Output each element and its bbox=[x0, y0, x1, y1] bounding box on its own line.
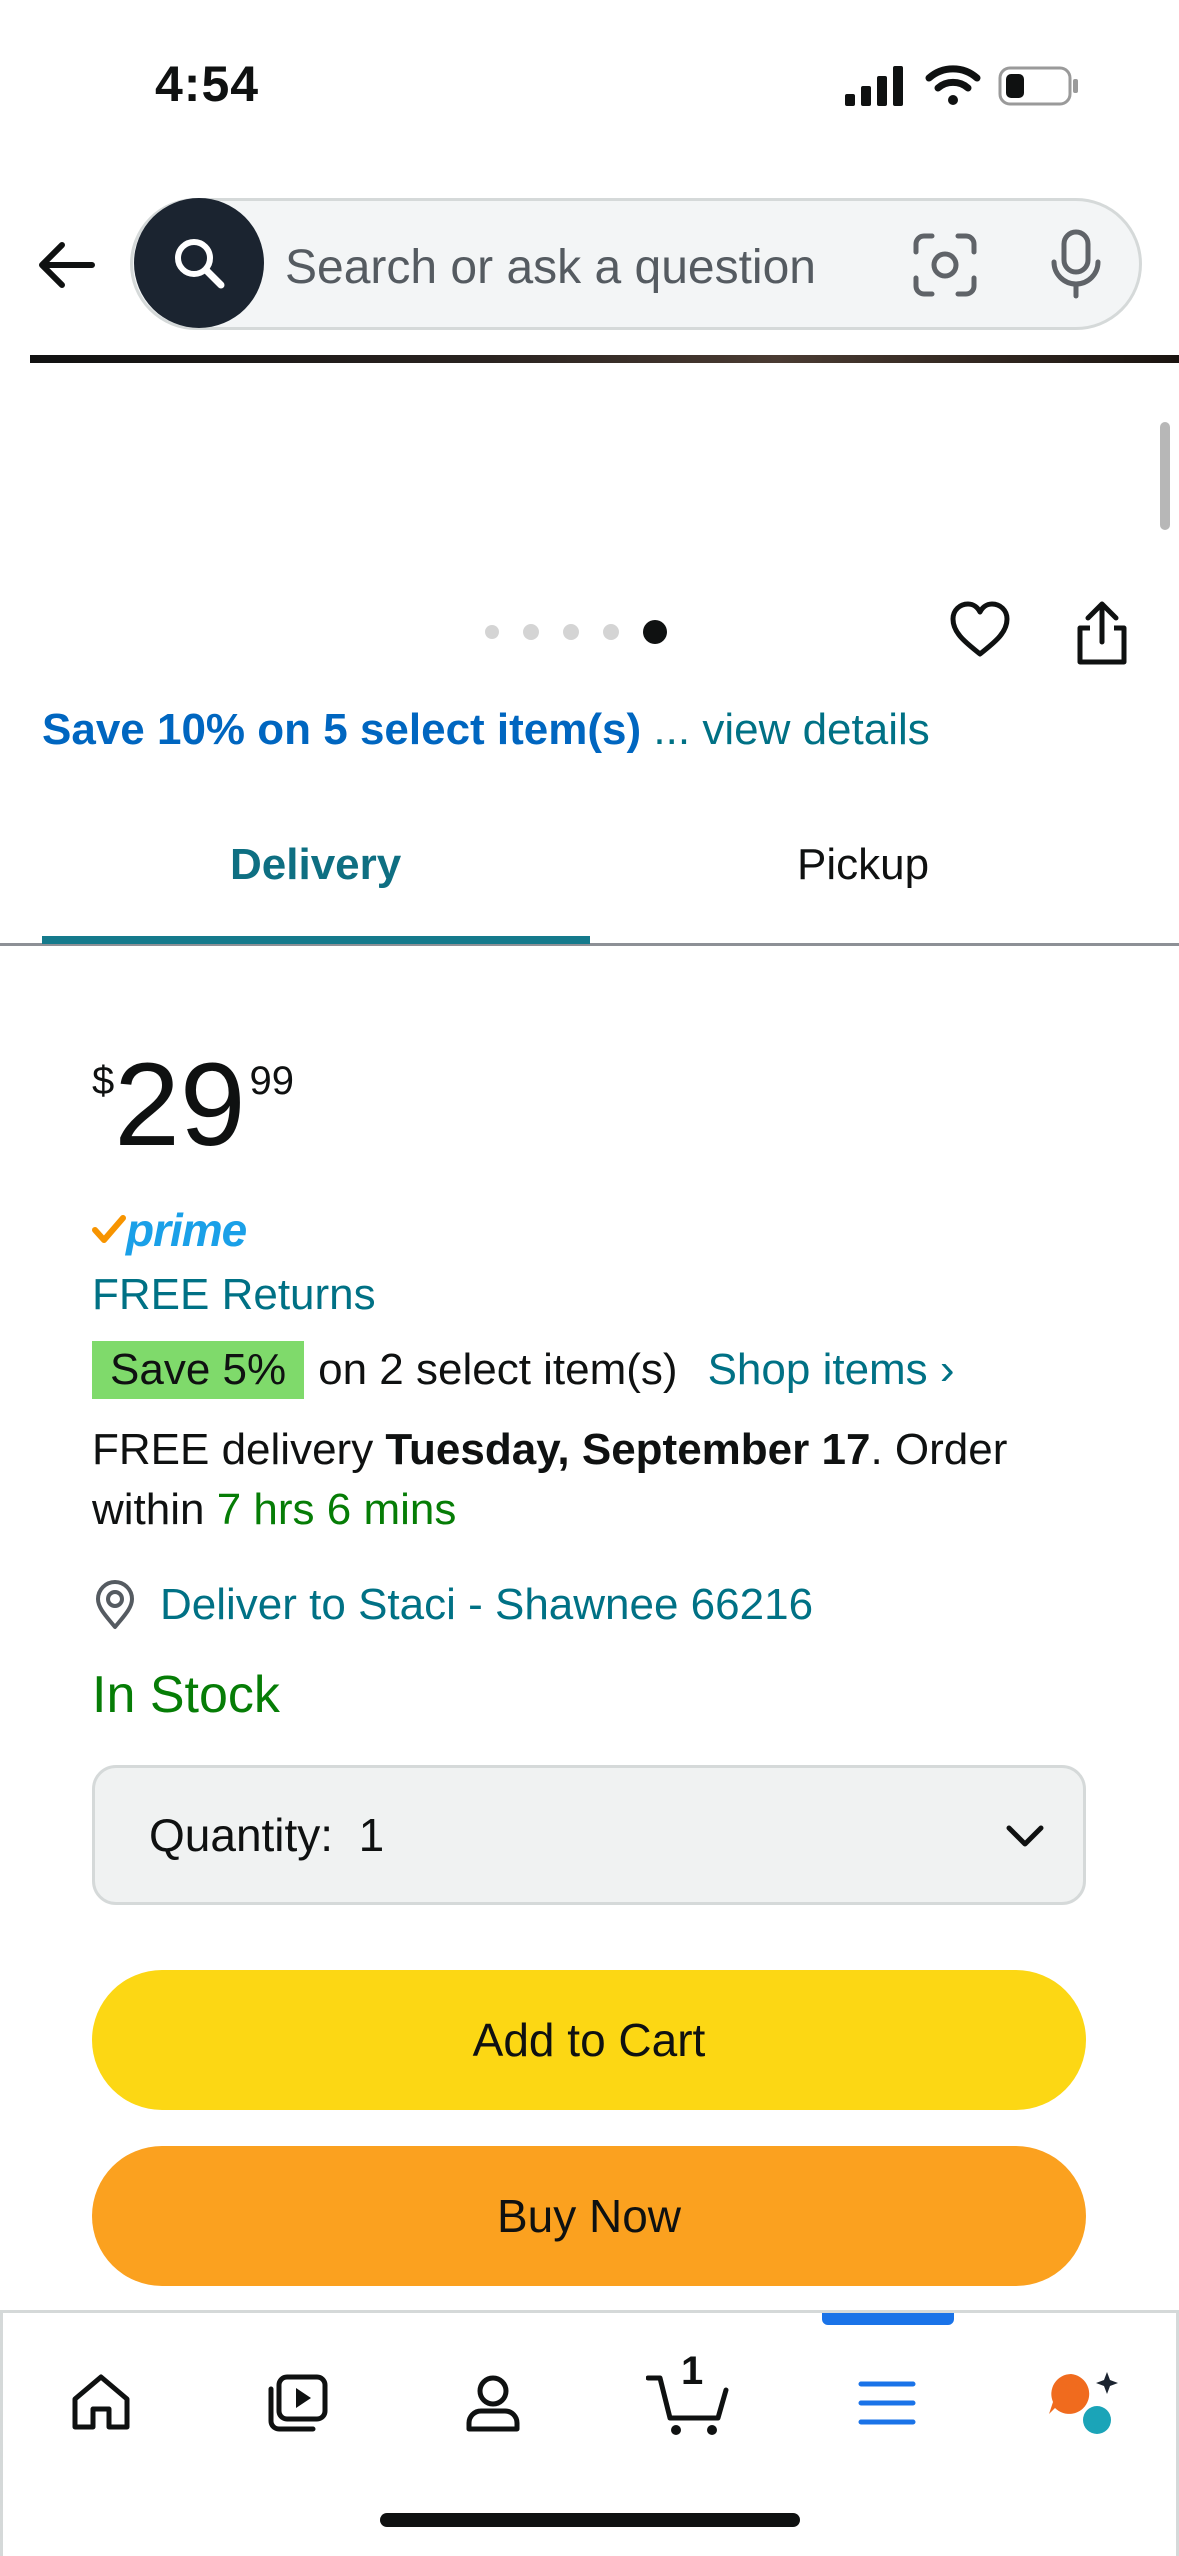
back-arrow-icon bbox=[39, 242, 95, 288]
delivery-date: Tuesday, September 17 bbox=[385, 1425, 871, 1474]
carousel-dot[interactable] bbox=[603, 624, 619, 640]
image-carousel-dots[interactable] bbox=[485, 620, 667, 644]
stock-status: In Stock bbox=[92, 1666, 280, 1724]
camera-lens-icon bbox=[913, 233, 977, 297]
home-indicator[interactable] bbox=[380, 2513, 800, 2527]
tab-selected-indicator bbox=[42, 936, 590, 944]
search-button[interactable] bbox=[134, 198, 264, 328]
tab-delivery[interactable]: Delivery bbox=[230, 840, 401, 890]
share-button[interactable] bbox=[1070, 598, 1134, 668]
order-countdown: 7 hrs 6 mins bbox=[216, 1485, 457, 1534]
camera-search-button[interactable] bbox=[912, 232, 978, 298]
delivery-estimate: FREE delivery Tuesday, September 17. Ord… bbox=[92, 1420, 1092, 1540]
view-details-link[interactable]: ... view details bbox=[653, 705, 929, 754]
carousel-dot[interactable] bbox=[485, 625, 499, 639]
status-bar: 4:54 bbox=[0, 0, 1179, 170]
deal-text[interactable]: Save 10% on 5 select item(s) bbox=[42, 705, 641, 754]
prime-check-icon bbox=[92, 1215, 126, 1243]
price-symbol: $ bbox=[92, 1059, 115, 1103]
fulfillment-tabs: Delivery Pickup bbox=[0, 800, 1179, 946]
search-icon bbox=[175, 239, 225, 289]
nav-account[interactable] bbox=[443, 2353, 543, 2453]
promotion-row: Save 5% on 2 select item(s) Shop items › bbox=[92, 1340, 955, 1400]
location-pin-icon bbox=[96, 1580, 134, 1629]
video-icon bbox=[268, 2374, 328, 2432]
nav-cart[interactable]: 1 bbox=[639, 2349, 739, 2453]
carousel-dot-active[interactable] bbox=[643, 620, 667, 644]
nav-video[interactable] bbox=[247, 2353, 347, 2453]
status-time: 4:54 bbox=[155, 56, 260, 112]
save-badge: Save 5% bbox=[92, 1341, 305, 1399]
chevron-down-icon bbox=[1006, 1825, 1044, 1847]
nav-menu[interactable] bbox=[837, 2353, 937, 2453]
back-button[interactable] bbox=[30, 230, 102, 300]
carousel-dot[interactable] bbox=[523, 624, 539, 640]
battery-icon bbox=[998, 66, 1078, 106]
voice-search-button[interactable] bbox=[1046, 228, 1106, 300]
prime-label: prime bbox=[126, 1204, 247, 1256]
cellular-signal-icon bbox=[845, 66, 903, 106]
scrollbar[interactable] bbox=[1160, 422, 1170, 530]
price-whole: 29 bbox=[114, 1039, 246, 1171]
cart-count-badge: 1 bbox=[681, 2349, 704, 2393]
deliver-to-location[interactable]: Deliver to Staci - Shawnee 66216 bbox=[92, 1575, 813, 1635]
menu-icon bbox=[858, 2381, 916, 2425]
add-to-cart-button[interactable]: Add to Cart bbox=[92, 1970, 1086, 2110]
share-icon bbox=[1077, 601, 1127, 665]
price: $ 29 99 bbox=[92, 1045, 294, 1165]
search-input[interactable]: Search or ask a question bbox=[285, 240, 816, 295]
delivery-prefix: FREE delivery bbox=[92, 1425, 386, 1474]
quantity-select[interactable]: Quantity: 1 bbox=[92, 1765, 1086, 1905]
carousel-dot[interactable] bbox=[563, 624, 579, 640]
tab-pickup[interactable]: Pickup bbox=[797, 840, 929, 890]
add-to-list-button[interactable] bbox=[948, 598, 1012, 662]
home-icon bbox=[72, 2374, 130, 2430]
promo-text: on 2 select item(s) bbox=[318, 1345, 678, 1394]
heart-icon bbox=[950, 601, 1010, 657]
nav-rufus[interactable] bbox=[1033, 2353, 1133, 2453]
prime-badge: prime bbox=[92, 1204, 247, 1256]
wifi-icon bbox=[925, 65, 981, 105]
price-fraction: 99 bbox=[249, 1059, 295, 1103]
quantity-value: 1 bbox=[358, 1809, 385, 1861]
deliver-to-text[interactable]: Deliver to Staci - Shawnee 66216 bbox=[160, 1580, 813, 1630]
shop-items-link[interactable]: Shop items › bbox=[708, 1345, 955, 1395]
account-icon bbox=[466, 2375, 520, 2432]
microphone-icon bbox=[1051, 229, 1101, 299]
coupon-deal[interactable]: Save 10% on 5 select item(s) ... view de… bbox=[42, 705, 930, 755]
buy-now-button[interactable]: Buy Now bbox=[92, 2146, 1086, 2286]
quantity-label: Quantity: 1 bbox=[149, 1809, 385, 1861]
rufus-assistant-icon bbox=[1049, 2372, 1118, 2434]
nav-selected-indicator bbox=[822, 2313, 954, 2325]
free-returns-link[interactable]: FREE Returns bbox=[92, 1270, 376, 1320]
product-image[interactable] bbox=[30, 355, 1179, 363]
nav-home[interactable] bbox=[51, 2353, 151, 2453]
